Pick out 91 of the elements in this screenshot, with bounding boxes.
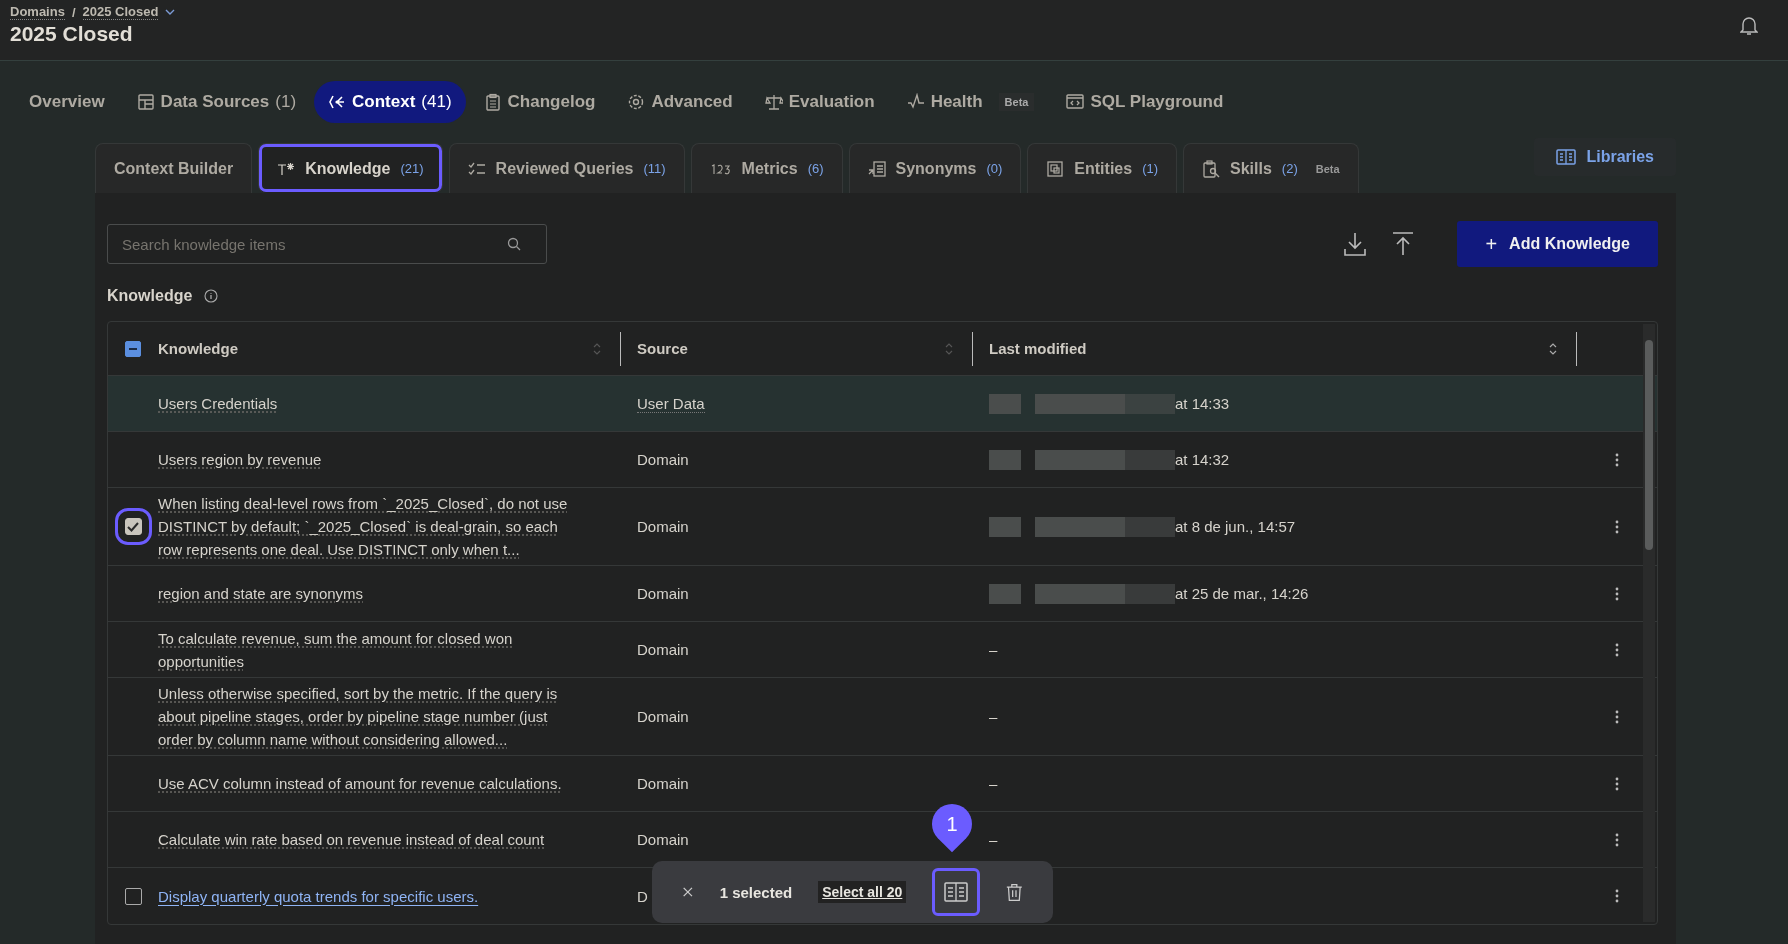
more-options-icon[interactable]: [1615, 586, 1619, 601]
modified-text: at 8 de jun., 14:57: [1175, 518, 1296, 535]
nav-tab[interactable]: Evaluation: [750, 81, 889, 123]
knowledge-text[interactable]: To calculate revenue, sum the amount for closed won opportunities: [158, 626, 571, 673]
sub-tab[interactable]: Reviewed Queries (11): [448, 143, 685, 193]
breadcrumb-separator: /: [71, 4, 76, 20]
nav-tab[interactable]: Data Sources (1): [122, 81, 311, 123]
book-icon: [944, 882, 969, 902]
more-options-icon[interactable]: [1615, 776, 1619, 791]
beta-label: Beta: [1315, 162, 1340, 175]
clipboard-search-icon: [1202, 159, 1220, 178]
source-text: Domain: [637, 708, 689, 725]
layout-icon: [136, 93, 155, 111]
modified-text: –: [989, 775, 998, 792]
search-field[interactable]: Search knowledge items: [107, 224, 547, 264]
minus-icon: [129, 347, 137, 350]
column-header[interactable]: Source: [637, 340, 688, 357]
sub-tab[interactable]: Entities (1): [1027, 143, 1177, 193]
knowledge-text[interactable]: Users region by revenue: [158, 448, 571, 471]
knowledge-text[interactable]: Unless otherwise specified, sort by the metric. If the query is about pipeline stages, order by pipeline stage number (just order by column name without considering allowed...: [158, 682, 571, 751]
section-title: Knowledge: [107, 287, 193, 305]
entity-icon: [1046, 159, 1065, 178]
trash-icon[interactable]: [1006, 881, 1023, 903]
numbers-icon: [709, 162, 732, 175]
upload-icon[interactable]: [1391, 231, 1416, 257]
column-header[interactable]: Last modified: [989, 340, 1087, 357]
source-text: Domain: [637, 775, 689, 792]
knowledge-text[interactable]: When listing deal-level rows from `_2025_Closed`, do not use DISTINCT by default; `_2025_Closed` is deal-grain, so each row represents one deal. Use DISTINCT only when t...: [158, 492, 571, 561]
modified-text: at 25 de mar., 14:26: [1175, 585, 1309, 602]
code-window-icon: [1066, 93, 1085, 111]
knowledge-text[interactable]: Calculate win rate based on revenue instead of deal count: [158, 828, 571, 851]
pulse-icon: [906, 93, 925, 111]
library-button[interactable]: [932, 868, 981, 916]
more-options-icon[interactable]: [1615, 889, 1619, 903]
more-options-icon[interactable]: [1615, 452, 1619, 467]
nav-tab[interactable]: Changelog: [469, 81, 610, 123]
modified-text: at 14:33: [1175, 395, 1230, 412]
sub-tab[interactable]: Synonyms (0): [848, 143, 1022, 193]
source-text: Domain: [637, 451, 689, 468]
download-icon[interactable]: [1343, 231, 1368, 257]
source-text: Domain: [637, 641, 689, 658]
select-all-checkbox[interactable]: [125, 340, 141, 357]
nav-tab[interactable]: Advanced: [613, 81, 747, 123]
scales-icon: [764, 93, 783, 111]
modified-text: at 14:32: [1175, 451, 1230, 468]
source-text: User Data: [637, 395, 705, 413]
checklist-icon: [467, 160, 486, 177]
close-icon[interactable]: [682, 885, 694, 899]
nav-tab[interactable]: Overview: [15, 81, 119, 123]
more-options-icon[interactable]: [1615, 832, 1619, 847]
select-all-button[interactable]: Select all 20: [818, 881, 907, 903]
breadcrumb-link[interactable]: 2025 Closed: [82, 4, 159, 20]
info-icon[interactable]: [204, 289, 219, 303]
nav-tab[interactable]: Context (41): [314, 81, 466, 123]
modified-text: –: [989, 641, 998, 658]
more-options-icon[interactable]: [1615, 709, 1619, 724]
source-text: Domain: [637, 831, 689, 848]
book-icon: [1556, 149, 1577, 165]
sub-tab[interactable]: Context Builder: [95, 143, 253, 193]
settings-icon: [627, 93, 646, 111]
scrollbar[interactable]: [1643, 324, 1655, 922]
more-options-icon[interactable]: [1615, 519, 1619, 534]
breadcrumb-link[interactable]: Domains: [10, 4, 65, 20]
text-icon: [277, 161, 296, 176]
knowledge-text[interactable]: Users Credentials: [158, 392, 571, 415]
modified-text: –: [989, 708, 998, 725]
nav-tab[interactable]: SQL Playground: [1052, 81, 1238, 123]
sub-tab[interactable]: Knowledge (21): [258, 143, 443, 193]
search-icon: [507, 237, 521, 251]
clipboard-icon: [483, 93, 502, 111]
modified-text: –: [989, 831, 998, 848]
chevron-down-icon[interactable]: [165, 8, 176, 16]
network-icon: [328, 93, 347, 111]
add-knowledge-button[interactable]: + Add Knowledge: [1457, 221, 1658, 267]
source-text: Domain: [637, 518, 689, 535]
knowledge-link[interactable]: Display quarterly quota trends for specific users.: [158, 884, 571, 908]
sub-tab[interactable]: Skills (2) Beta: [1183, 143, 1359, 193]
source-text: Domain: [637, 585, 689, 602]
page-title: 2025 Closed: [10, 22, 133, 46]
selection-count: 1 selected: [719, 883, 793, 901]
knowledge-text[interactable]: Use ACV column instead of amount for revenue calculations.: [158, 772, 571, 795]
beta-label: Beta: [998, 93, 1035, 111]
bell-icon[interactable]: [1740, 16, 1758, 36]
row-checkbox[interactable]: [124, 887, 142, 905]
nav-tab[interactable]: Health Beta: [892, 81, 1049, 123]
more-options-icon[interactable]: [1615, 642, 1619, 657]
column-header[interactable]: Knowledge: [158, 340, 238, 357]
sub-tab[interactable]: Metrics (6): [690, 143, 843, 193]
source-text: D: [637, 887, 648, 905]
knowledge-text[interactable]: region and state are synonyms: [158, 582, 571, 605]
document-link-icon: [867, 160, 886, 177]
